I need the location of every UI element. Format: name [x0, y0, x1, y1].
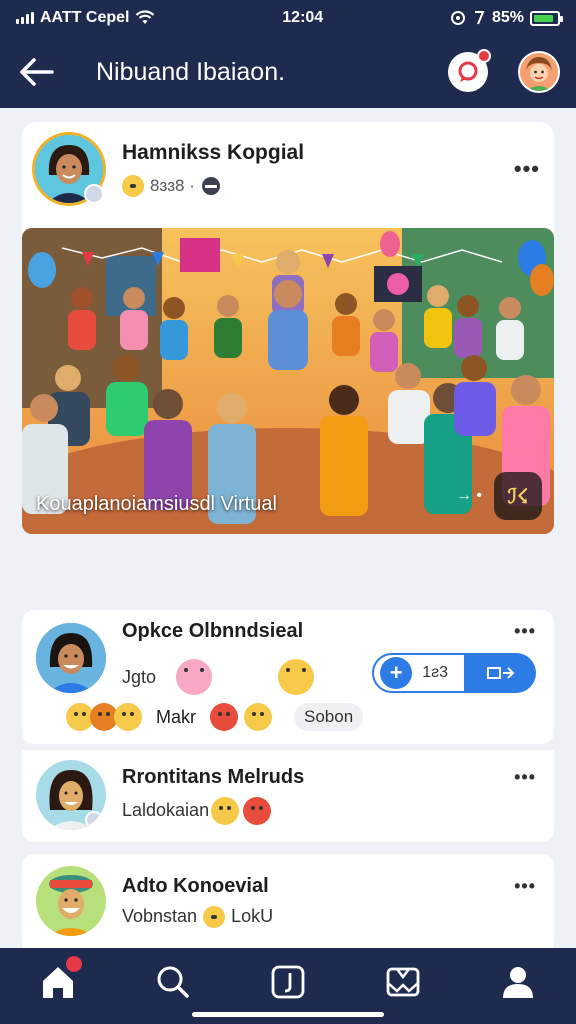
comment-1-text: Jgto: [122, 666, 157, 687]
comment-2-head: Rrontitans Melruds •••: [122, 766, 536, 789]
home-indicator[interactable]: [192, 1012, 384, 1017]
wifi-icon: [136, 10, 155, 24]
share-forward-icon: [487, 667, 515, 679]
post-meta: Hamnikss Kopgial 8ɜɜ8 ·: [122, 141, 514, 197]
carrier-label: AATT Cepel: [40, 9, 130, 26]
comment-1-content: Jgto + 1ƨ3: [122, 651, 536, 695]
comment-1-reactions: Makr Sobon: [22, 695, 554, 731]
feed: Hamnikss Kopgial 8ɜɜ8 · ••• Kouaplanoiam…: [0, 108, 576, 948]
like-count: 1ƨ3: [422, 664, 448, 681]
comment-1-author[interactable]: Opkce Olbnndsieal: [122, 620, 303, 643]
comment-2-more-button[interactable]: •••: [514, 767, 536, 788]
comment-1-text-row: Jgto: [122, 659, 315, 695]
comment-3-row: Adto Konoevial ••• Vobnstan LokU: [22, 854, 554, 936]
post-author-avatar[interactable]: [32, 132, 106, 206]
cool-emoji-icon[interactable]: [114, 703, 142, 731]
nav-create[interactable]: [264, 962, 312, 1002]
comment-3-suffix: LokU: [231, 906, 274, 926]
post-author-name[interactable]: Hamnikss Kopgial: [122, 141, 514, 165]
comment-1-more-button[interactable]: •••: [514, 621, 536, 642]
nav-search[interactable]: [149, 962, 197, 1002]
comment-2-author[interactable]: Rrontitans Melruds: [122, 766, 304, 789]
home-badge: [65, 956, 82, 972]
comment-2-avatar[interactable]: [36, 760, 106, 830]
messages-button[interactable]: [448, 49, 491, 92]
clap-emoji-icon[interactable]: [211, 796, 240, 825]
comment-3-head: Adto Konoevial •••: [122, 875, 536, 898]
messenger-icon: [458, 61, 478, 82]
comment-1-head: Opkce Olbnndsieal •••: [122, 620, 536, 643]
share-arrow-icon[interactable]: → •: [456, 487, 482, 505]
profile-icon: [503, 967, 534, 998]
nav-inbox[interactable]: [379, 962, 427, 1002]
shock-emoji-icon[interactable]: [244, 703, 272, 731]
battery-icon: [530, 10, 563, 26]
square-j-icon: [271, 965, 305, 999]
status-left: AATT Cepel: [16, 9, 155, 27]
clock: 12:04: [282, 9, 324, 26]
status-bar: AATT Cepel 12:04 85%: [0, 0, 576, 36]
post-subline: 8ɜɜ8 ·: [122, 175, 514, 197]
arrow-left-icon: [20, 58, 54, 86]
comment-card-3: Adto Konoevial ••• Vobnstan LokU: [22, 854, 554, 948]
comment-card-2: Rrontitans Melruds ••• Laldokaian: [22, 750, 554, 842]
comment-1-row: Opkce Olbnndsieal ••• Jgto + 1ƨ3: [22, 610, 554, 695]
comment-3-body: Adto Konoevial ••• Vobnstan LokU: [122, 875, 536, 928]
comment-3-text-row: Vobnstan LokU: [122, 905, 536, 928]
person-avatar-icon: [36, 760, 106, 830]
comment-2-text-row: Laldokaian: [122, 796, 536, 825]
person-avatar-icon: [36, 622, 106, 693]
wink-emoji-icon[interactable]: [278, 659, 315, 695]
nav-home[interactable]: [34, 956, 82, 1002]
battery-percent: 85%: [491, 9, 524, 26]
share-button[interactable]: [466, 653, 536, 693]
comment-1-body: Opkce Olbnndsieal ••• Jgto + 1ƨ3: [122, 620, 536, 695]
comment-2-text: Laldokaian: [122, 800, 210, 820]
location-icon: [450, 11, 465, 25]
comment-3-text: Vobnstan: [122, 906, 198, 926]
verified-badge-icon: [84, 184, 104, 204]
like-count-pill[interactable]: + 1ƨ3: [372, 653, 466, 693]
music-button[interactable]: ℐ☇: [494, 472, 542, 520]
comment-2-row: Rrontitans Melruds ••• Laldokaian: [22, 750, 554, 830]
globe-icon: [201, 177, 220, 195]
status-right: 85%: [450, 9, 563, 27]
image-controls: → • ℐ☇: [456, 472, 542, 520]
reactions-label: Makr: [156, 706, 196, 727]
alarm-icon: [474, 11, 485, 25]
inbox-icon: [386, 967, 420, 997]
comment-card-1: Opkce Olbnndsieal ••• Jgto + 1ƨ3 Makr So…: [22, 610, 554, 744]
grin-emoji-icon[interactable]: [210, 703, 238, 731]
post-header: Hamnikss Kopgial 8ɜɜ8 · •••: [22, 122, 554, 206]
plus-icon: +: [380, 657, 413, 689]
comment-1-chip[interactable]: Sobon: [294, 703, 364, 731]
post-meta-text: 8ɜɜ8 ·: [150, 176, 195, 195]
post-card: Hamnikss Kopgial 8ɜɜ8 · ••• Kouaplanoiam…: [22, 122, 554, 534]
nav-profile[interactable]: [494, 962, 542, 1002]
user-avatar-icon: [520, 53, 558, 91]
comment-1-avatar[interactable]: [36, 622, 106, 693]
search-icon: [157, 966, 189, 998]
comment-3-author[interactable]: Adto Konoevial: [122, 875, 269, 898]
profile-avatar[interactable]: [518, 51, 560, 93]
back-button[interactable]: [16, 52, 56, 92]
comment-1-counter: + 1ƨ3: [372, 653, 536, 693]
post-image[interactable]: Kouaplanoiamsiusdl Virtual → • ℐ☇: [22, 228, 554, 534]
signal-icon: [16, 12, 34, 24]
battery-fill: [534, 14, 553, 22]
thumbs-emoji-icon[interactable]: [203, 905, 226, 928]
post-more-button[interactable]: •••: [514, 156, 540, 182]
app-header: Nibuand Ibaiaon.: [0, 36, 576, 108]
notification-dot: [477, 49, 491, 63]
comment-2-body: Rrontitans Melruds ••• Laldokaian: [122, 766, 536, 825]
angry-emoji-icon[interactable]: [243, 796, 272, 825]
music-icon: ℐ☇: [507, 485, 529, 508]
comment-3-more-button[interactable]: •••: [514, 876, 536, 897]
smile-emoji-icon: [122, 175, 144, 197]
page-title: Nibuand Ibaiaon.: [96, 57, 286, 86]
image-caption: Kouaplanoiamsiusdl Virtual: [36, 493, 277, 515]
blush-emoji-icon[interactable]: [176, 659, 213, 695]
person-avatar-icon: [36, 866, 106, 936]
comment-3-avatar[interactable]: [36, 866, 106, 936]
